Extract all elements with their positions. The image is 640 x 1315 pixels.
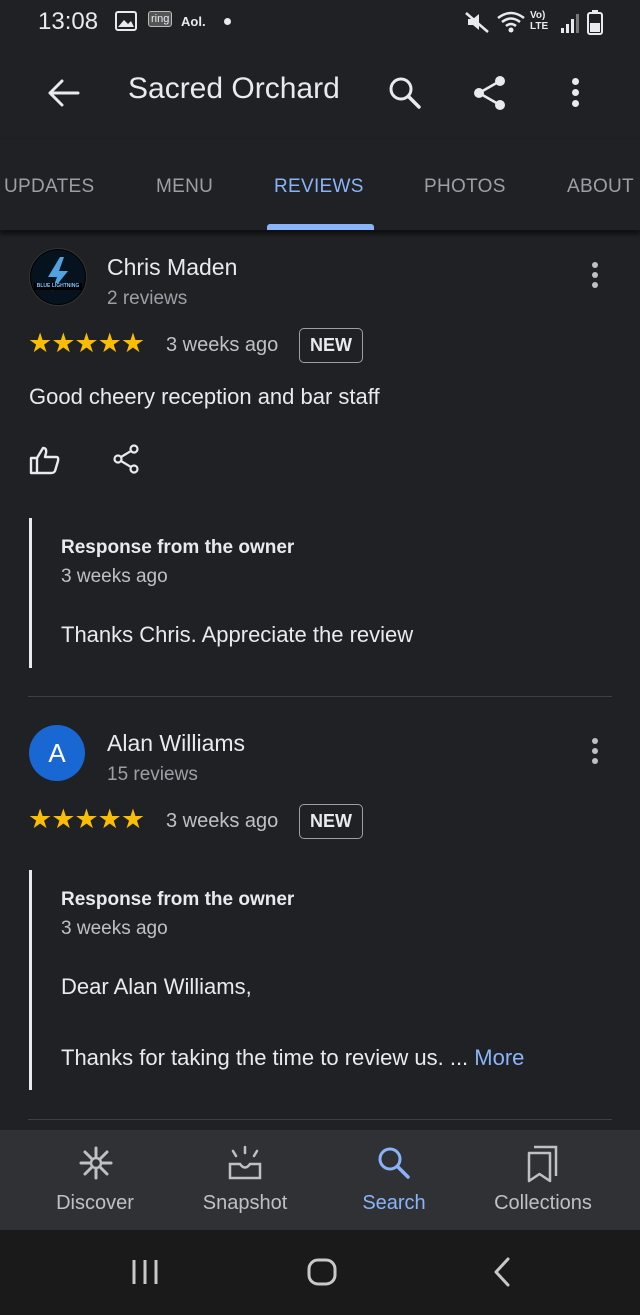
- nav-discover-label[interactable]: Discover: [15, 1192, 175, 1215]
- aol-notification-icon: Aol.: [181, 14, 206, 29]
- tab-reviews[interactable]: REVIEWS: [274, 176, 364, 198]
- review-text: Good cheery reception and bar staff: [29, 384, 380, 409]
- review-time: 3 weeks ago: [166, 334, 279, 356]
- lte-indicator: Vo) LTE: [530, 10, 549, 32]
- nav-snapshot-label[interactable]: Snapshot: [165, 1192, 325, 1215]
- back-nav-icon[interactable]: [490, 1256, 514, 1288]
- avatar[interactable]: A: [29, 725, 85, 781]
- mute-icon: [465, 12, 489, 33]
- tab-about[interactable]: ABOUT: [567, 176, 634, 198]
- signal-icon: [561, 14, 579, 33]
- lightning-logo-icon: [31, 250, 85, 304]
- reviewer-review-count: 2 reviews: [107, 288, 188, 309]
- new-badge: NEW: [299, 804, 363, 839]
- review-more-options-icon[interactable]: [592, 262, 598, 292]
- new-badge: NEW: [299, 328, 363, 363]
- owner-response-text: Thanks for taking the time to review us.…: [61, 1045, 524, 1071]
- gallery-notification-icon: [115, 11, 137, 31]
- wifi-icon: [497, 11, 525, 33]
- owner-response-title: Response from the owner: [61, 537, 295, 558]
- owner-response-text: Thanks Chris. Appreciate the review: [61, 622, 414, 647]
- owner-response-time: 3 weeks ago: [61, 566, 168, 587]
- tab-updates[interactable]: UPDATES: [4, 176, 94, 198]
- star-rating: ★★★★★: [28, 804, 145, 834]
- share-icon[interactable]: [472, 74, 508, 112]
- battery-icon: [587, 10, 603, 35]
- back-arrow-icon[interactable]: [46, 78, 80, 108]
- more-options-icon[interactable]: [572, 78, 579, 111]
- review-divider: [28, 1119, 612, 1120]
- owner-response-time: 3 weeks ago: [61, 918, 168, 939]
- status-time: 13:08: [38, 8, 99, 35]
- reviewer-name[interactable]: Chris Maden: [107, 254, 237, 281]
- review-time: 3 weeks ago: [166, 810, 279, 832]
- nav-search-label[interactable]: Search: [314, 1192, 474, 1215]
- reviewer-review-count: 15 reviews: [107, 764, 198, 785]
- avatar[interactable]: BLUE LIGHTNING: [29, 248, 87, 306]
- more-notifications-dot: [224, 18, 231, 25]
- owner-response-title: Response from the owner: [61, 889, 295, 910]
- nav-collections-label[interactable]: Collections: [463, 1192, 623, 1215]
- owner-response-bar: [29, 518, 32, 668]
- owner-response-excerpt: Thanks for taking the time to review us.…: [61, 1045, 469, 1070]
- snapshot-icon[interactable]: [226, 1144, 264, 1182]
- active-tab-indicator: [267, 224, 374, 230]
- owner-response-bar: [29, 870, 32, 1090]
- discover-icon[interactable]: [78, 1145, 114, 1181]
- review-more-options-icon[interactable]: [592, 738, 598, 768]
- avatar-logo-text: BLUE LIGHTNING: [36, 283, 80, 289]
- ring-notification-icon: ring: [148, 11, 173, 27]
- reviewer-name[interactable]: Alan Williams: [107, 730, 245, 757]
- page-title: Sacred Orchard: [128, 72, 340, 105]
- review-divider: [28, 696, 612, 697]
- more-link[interactable]: More: [474, 1045, 524, 1070]
- star-rating: ★★★★★: [28, 328, 145, 358]
- home-icon[interactable]: [306, 1257, 338, 1287]
- tab-photos[interactable]: PHOTOS: [424, 176, 506, 198]
- share-review-icon[interactable]: [112, 444, 140, 474]
- recent-apps-icon[interactable]: [130, 1258, 160, 1286]
- owner-response-greeting: Dear Alan Williams,: [61, 974, 252, 999]
- thumbs-up-icon[interactable]: [29, 445, 61, 475]
- collections-icon[interactable]: [526, 1144, 560, 1184]
- search-nav-icon[interactable]: [377, 1146, 411, 1180]
- search-icon[interactable]: [388, 76, 422, 110]
- tab-menu[interactable]: MENU: [156, 176, 213, 198]
